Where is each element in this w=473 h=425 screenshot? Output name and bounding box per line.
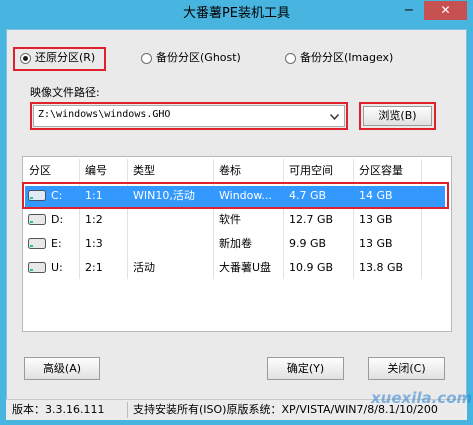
image-path-value[interactable]: Z:\windows\windows.GHO [38,109,170,120]
watermark: xuexila.com [371,389,473,407]
advanced-button[interactable]: 高级(A) [24,357,100,380]
col-header-size: 分区容量 [359,164,403,177]
cell-drive[interactable]: D: [51,210,63,230]
cell-free[interactable]: 10.9 GB [289,258,333,278]
drive-icon [28,214,46,225]
backup-ghost-label[interactable]: 备份分区(Ghost) [156,51,241,65]
cell-label[interactable]: 软件 [219,210,241,230]
close-button[interactable]: 关闭(C) [368,357,445,380]
cell-free[interactable]: 9.9 GB [289,234,326,254]
cell-type[interactable]: 活动 [133,258,155,278]
col-header-number: 编号 [85,164,107,177]
version-text: 版本：3.3.16.111 [12,403,105,416]
restore-radio-label[interactable]: 还原分区(R) [35,51,95,65]
close-window-button[interactable]: ✕ [424,1,467,20]
col-header-label: 卷标 [219,164,241,177]
backup-imagex-radio[interactable] [285,53,296,64]
drive-icon [28,238,46,249]
selected-row-highlight [22,182,449,209]
cell-label[interactable]: 新加卷 [219,234,252,254]
cell-free[interactable]: 12.7 GB [289,210,333,230]
backup-imagex-label[interactable]: 备份分区(Imagex) [300,51,393,65]
cell-number[interactable]: 1:3 [85,234,103,254]
cell-number[interactable]: 2:1 [85,258,103,278]
cell-number[interactable]: 1:2 [85,210,103,230]
cell-drive[interactable]: U: [51,258,63,278]
browse-button[interactable]: 浏览(B) [363,106,432,126]
backup-ghost-radio[interactable] [141,53,152,64]
restore-radio[interactable] [20,53,31,64]
image-path-label: 映像文件路径: [30,86,100,99]
cell-size[interactable]: 13 GB [359,210,393,230]
minimize-button[interactable]: − [396,1,422,20]
cell-size[interactable]: 13 GB [359,234,393,254]
cell-drive[interactable]: E: [51,234,62,254]
col-header-free: 可用空间 [289,164,333,177]
usb-drive-icon [28,262,46,273]
col-header-type: 类型 [133,164,155,177]
cell-label[interactable]: 大番薯U盘 [219,258,271,278]
col-header-partition: 分区 [29,164,51,177]
status-divider [127,402,128,418]
chevron-down-icon[interactable] [330,114,339,120]
cell-size[interactable]: 13.8 GB [359,258,403,278]
ok-button[interactable]: 确定(Y) [267,357,344,380]
image-path-combo[interactable]: Z:\windows\windows.GHO [33,105,345,127]
